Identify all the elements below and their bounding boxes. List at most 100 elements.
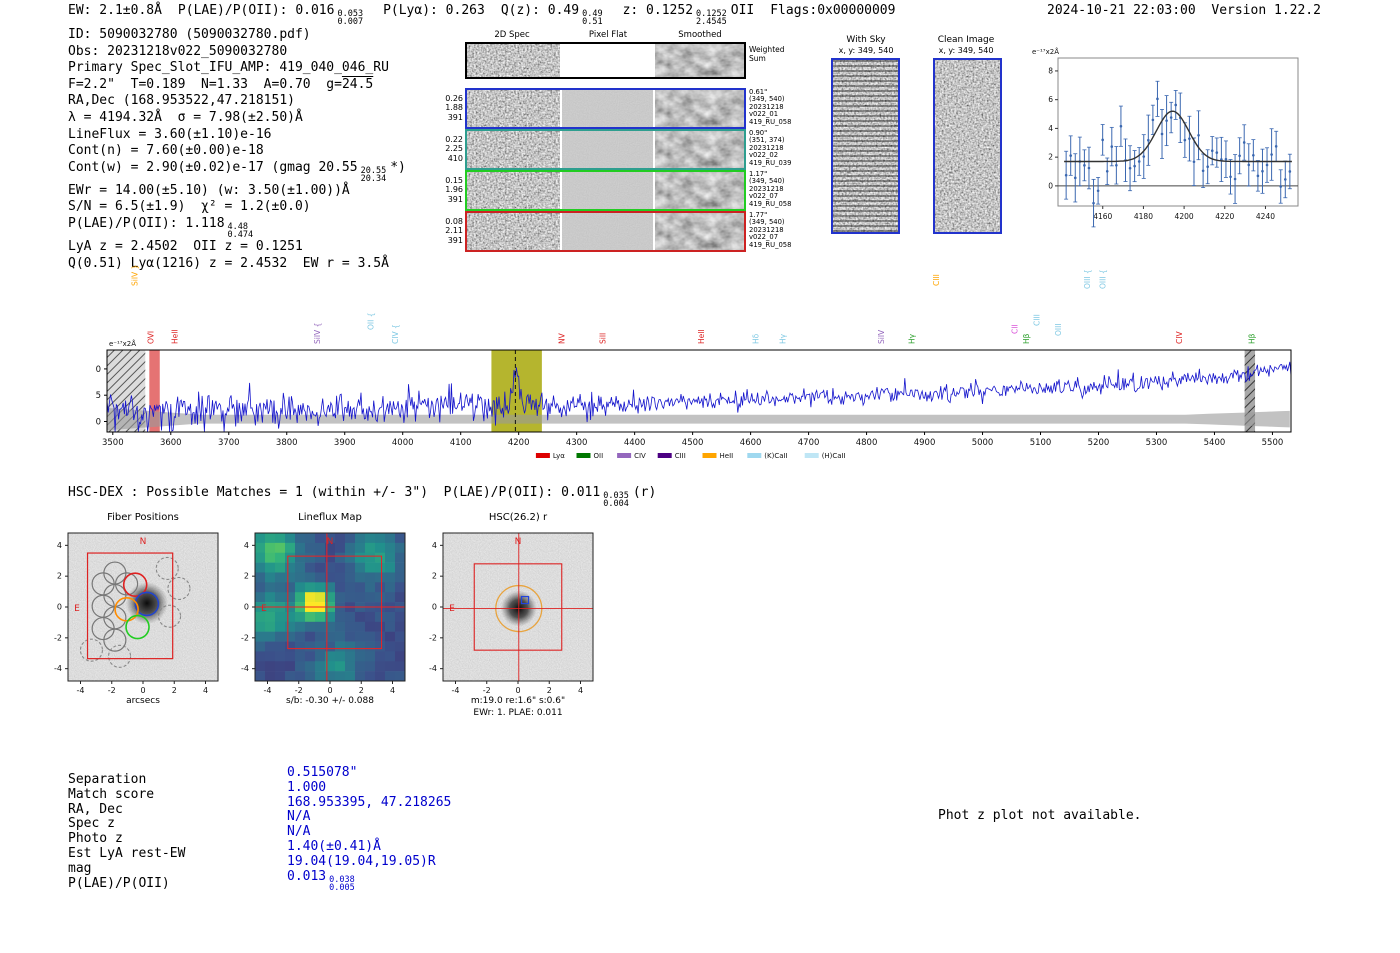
circle-element	[1183, 138, 1187, 142]
lower-limit: 0.007	[337, 17, 364, 27]
rect-element	[335, 533, 346, 544]
text-element: 0	[327, 686, 332, 695]
match-table-label: mag	[68, 860, 92, 876]
clean-image-title: Clean Image	[937, 35, 995, 45]
rect-element	[285, 641, 296, 652]
circle-element	[1119, 124, 1123, 128]
svg-element	[655, 131, 744, 168]
cutout-cell-dark	[467, 172, 560, 209]
path-element	[1064, 110, 1292, 163]
col-title-smoothed: Smoothed	[678, 30, 722, 40]
fiber-weights-label: 0.15 1.96 391	[437, 176, 463, 205]
text-segment: P(LAE)/P(OII): 0.016 0.053 0.007	[178, 3, 367, 26]
rect-element	[562, 213, 653, 250]
text-segment: Primary Spec_Slot_IFU_AMP: 419_040_046_R…	[68, 60, 389, 75]
text-element: -4	[452, 686, 460, 695]
circle-element	[1096, 189, 1100, 193]
rect-element	[275, 611, 286, 623]
rect-element	[315, 572, 326, 583]
circle-element	[1206, 165, 1209, 169]
legend-label: OII	[594, 452, 604, 460]
circle-element	[1165, 119, 1168, 122]
rect-element	[467, 131, 560, 168]
info-line: Primary Spec_Slot_IFU_AMP: 419_040_046_R…	[68, 60, 406, 77]
segment-text: F=2.2" T=0.189 N=1.33 A=0.70 g=	[68, 76, 342, 92]
text-segment: λ = 4194.32Å σ = 7.98(±2.50)Å	[68, 110, 303, 125]
text-element: 4200	[508, 438, 530, 448]
rect-element	[295, 651, 306, 662]
match-table-label: Est LyA rest-EW	[68, 845, 186, 861]
report-date-version: 2024-10-21 22:03:00 Version 1.22.2	[1047, 3, 1321, 18]
cutout-cell-flat	[562, 213, 653, 250]
rect-element	[385, 661, 396, 672]
rect-element	[365, 671, 376, 682]
rect-element	[375, 671, 386, 682]
rect-element	[365, 533, 376, 544]
segment-text: Cont(n) = 7.60(±0.00)e-18	[68, 143, 264, 159]
rect-element	[395, 641, 406, 652]
legend-label: (K)CaII	[764, 452, 787, 460]
info-line: LineFlux = 3.60(±1.10)e-16	[68, 127, 406, 144]
text-element: -4	[264, 686, 272, 695]
rect-element	[655, 213, 744, 250]
circle-element	[1256, 174, 1260, 178]
text-element: e⁻¹⁷x2Å	[109, 339, 136, 348]
rect-element	[345, 641, 356, 652]
rect-element	[375, 552, 386, 563]
text-element: 0	[96, 417, 101, 427]
rect-element	[335, 542, 346, 554]
fiber-weight-value: 2.25	[445, 144, 463, 153]
rect-element	[345, 651, 356, 662]
rect-element	[355, 641, 366, 652]
text-element: 0	[515, 686, 520, 695]
rect-element	[295, 661, 306, 672]
text-element: -2	[241, 633, 249, 642]
rect-element	[355, 552, 366, 563]
cutout-cell-flat	[562, 90, 653, 127]
rect-element	[285, 611, 296, 623]
circle-element	[1092, 201, 1095, 205]
text-element: -4	[77, 686, 85, 695]
lineflux-map-title: Lineflux Map	[298, 512, 362, 523]
text-element: 2	[1048, 153, 1053, 162]
text-element: 4000	[392, 438, 414, 448]
rect-element	[335, 611, 346, 623]
circle-element	[1201, 169, 1205, 173]
rect-element	[285, 572, 296, 583]
circle-element	[1210, 149, 1214, 152]
rect-element	[355, 533, 366, 544]
rect-element	[255, 671, 266, 682]
clean-image-coords: x, y: 349, 540	[938, 46, 994, 55]
rect-element	[275, 533, 286, 544]
cutout-cell-smooth	[655, 213, 744, 250]
rect-element	[365, 651, 376, 662]
rect-element	[355, 562, 366, 573]
text-element: 2	[359, 686, 364, 695]
rect-element	[285, 671, 296, 682]
rect-element	[275, 631, 286, 642]
fiber-weight-value: 0.08	[445, 216, 463, 226]
text-element: 4700	[798, 438, 820, 448]
circle-element	[1156, 97, 1159, 101]
text-segment: 168.953395, 47.218265	[287, 795, 451, 810]
rect-element	[562, 131, 653, 168]
text-element: 2	[172, 686, 177, 695]
rect-element	[315, 542, 326, 554]
cutout-cell-smooth	[655, 172, 744, 209]
circle-element	[1192, 160, 1196, 164]
rect-element	[255, 661, 266, 672]
rect-element	[265, 582, 276, 593]
rect-element	[395, 631, 406, 642]
text-element: 4400	[624, 438, 646, 448]
rect-element	[315, 661, 326, 672]
with-sky-coords: x, y: 349, 540	[838, 46, 894, 55]
match-table-label: Separation	[68, 772, 147, 787]
rect-element	[365, 661, 376, 672]
rect-element	[255, 641, 266, 652]
text-element: 5300	[1146, 438, 1168, 448]
report-version: Version 1.22.2	[1211, 3, 1321, 18]
text-element: 4	[57, 541, 62, 550]
rect-element	[395, 552, 406, 563]
info-line: P(LAE)/P(OII): 1.118 4.48 0.474	[68, 216, 406, 239]
circle-element	[1233, 177, 1237, 181]
